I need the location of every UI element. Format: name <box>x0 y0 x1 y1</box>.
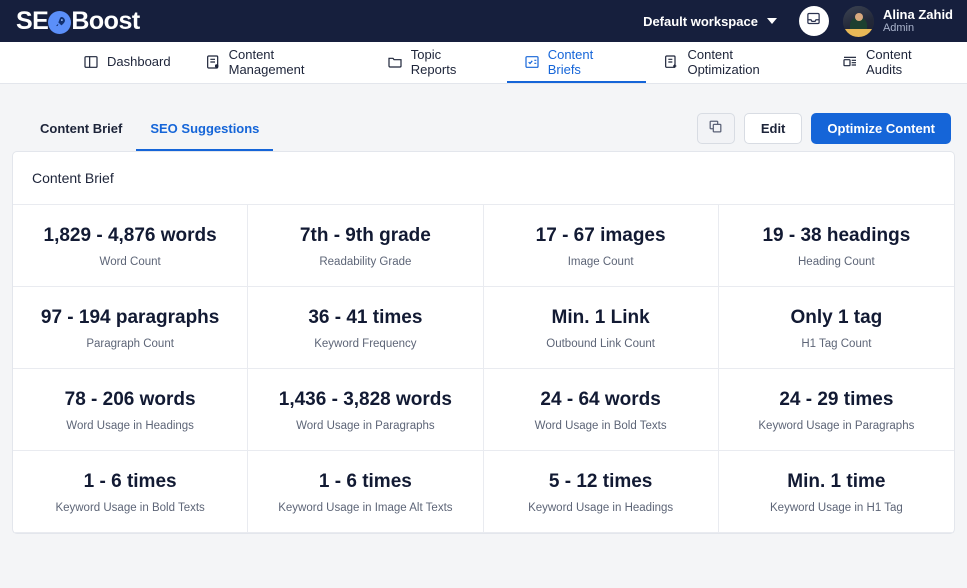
top-bar-right: Default workspace Alina Zahid Admin <box>643 5 953 37</box>
metric-label: Word Usage in Headings <box>66 420 194 432</box>
content-brief-card: Content Brief 1,829 - 4,876 words Word C… <box>12 151 955 534</box>
sub-tab-content-brief[interactable]: Content Brief <box>26 107 136 151</box>
metric-label: Readability Grade <box>319 256 412 268</box>
metric-label: Keyword Usage in Headings <box>528 502 674 514</box>
nav-item-content-audits[interactable]: Content Audits <box>825 42 967 83</box>
metric-cell: Only 1 tag H1 Tag Count <box>718 287 954 369</box>
metric-value: 24 - 64 words <box>540 389 661 410</box>
top-bar: SE Boost Default workspace Alina Zahid A… <box>0 0 967 42</box>
inbox-icon <box>806 11 821 31</box>
metric-label: H1 Tag Count <box>801 338 872 350</box>
sub-header: Content Brief SEO Suggestions Edit Optim… <box>0 84 967 151</box>
action-buttons: Edit Optimize Content <box>696 113 951 151</box>
metric-cell: 24 - 64 words Word Usage in Bold Texts <box>483 369 719 451</box>
workspace-label: Default workspace <box>643 13 758 29</box>
user-role: Admin <box>882 22 915 35</box>
logo-text-left: SE <box>16 6 49 35</box>
avatar[interactable] <box>842 5 874 37</box>
metric-label: Keyword Usage in Bold Texts <box>55 502 205 514</box>
nav-label: Topic Reports <box>410 46 457 77</box>
nav-label: Content Management <box>228 46 305 77</box>
nav-item-content-optimization[interactable]: Content Optimization <box>646 42 825 83</box>
folder-icon <box>387 54 403 70</box>
metric-value: 1,829 - 4,876 words <box>43 225 217 246</box>
sub-tab-seo-suggestions[interactable]: SEO Suggestions <box>136 107 274 151</box>
content-audits-icon <box>842 54 858 70</box>
metric-value: 5 - 12 times <box>548 471 653 492</box>
workspace-selector[interactable]: Default workspace <box>643 14 777 29</box>
metric-value: Only 1 tag <box>790 307 883 328</box>
nav-item-dashboard[interactable]: Dashboard <box>66 42 188 83</box>
sub-tab-label: SEO Suggestions <box>150 120 260 136</box>
metric-cell: 17 - 67 images Image Count <box>483 205 719 287</box>
metric-value: 1,436 - 3,828 words <box>278 389 452 410</box>
metric-value: 24 - 29 times <box>779 389 894 410</box>
metric-cell: Min. 1 Link Outbound Link Count <box>483 287 719 369</box>
content-optimization-icon <box>663 54 679 70</box>
metric-value: Min. 1 time <box>787 471 886 492</box>
metric-label: Outbound Link Count <box>546 338 655 350</box>
nav-label: Content Briefs <box>547 46 594 77</box>
metric-label: Image Count <box>567 256 634 268</box>
app-logo[interactable]: SE Boost <box>16 7 140 36</box>
metric-value: 78 - 206 words <box>64 389 196 410</box>
optimize-content-button[interactable]: Optimize Content <box>811 113 951 144</box>
user-name: Alina Zahid <box>882 6 953 22</box>
metric-value: 36 - 41 times <box>308 307 423 328</box>
metric-value: Min. 1 Link <box>551 307 650 328</box>
metric-label: Word Count <box>99 256 161 268</box>
metric-label: Keyword Usage in H1 Tag <box>770 502 903 514</box>
nav-item-content-briefs[interactable]: Content Briefs <box>506 42 647 83</box>
card-title: Content Brief <box>13 152 954 205</box>
metric-value: 7th - 9th grade <box>299 225 431 246</box>
metric-value: 17 - 67 images <box>535 225 666 246</box>
dashboard-icon <box>83 54 99 70</box>
metric-cell: 78 - 206 words Word Usage in Headings <box>13 369 249 451</box>
sub-tabs: Content Brief SEO Suggestions <box>26 107 274 151</box>
metric-label: Keyword Usage in Paragraphs <box>758 420 915 432</box>
metric-cell: 1,829 - 4,876 words Word Count <box>13 205 249 287</box>
nav-label: Content Audits <box>866 46 912 77</box>
content-management-icon <box>205 54 221 70</box>
user-info[interactable]: Alina Zahid Admin <box>883 7 953 36</box>
content-briefs-icon <box>524 54 540 70</box>
metric-label: Word Usage in Bold Texts <box>534 420 667 432</box>
metric-cell: 19 - 38 headings Heading Count <box>718 205 954 287</box>
metric-label: Word Usage in Paragraphs <box>296 420 435 432</box>
metric-label: Paragraph Count <box>86 338 174 350</box>
metric-cell: 97 - 194 paragraphs Paragraph Count <box>13 287 249 369</box>
copy-button[interactable] <box>696 113 735 144</box>
logo-text-right: Boost <box>71 6 140 35</box>
inbox-button[interactable] <box>798 6 829 36</box>
chevron-down-icon <box>766 18 777 24</box>
main-navigation: Dashboard Content Management Topic Repor… <box>0 42 967 84</box>
rocket-icon <box>48 10 72 34</box>
metric-cell: 1,436 - 3,828 words Word Usage in Paragr… <box>248 369 484 451</box>
metric-value: 97 - 194 paragraphs <box>40 307 220 328</box>
metric-cell: 36 - 41 times Keyword Frequency <box>248 287 484 369</box>
metric-cell: 24 - 29 times Keyword Usage in Paragraph… <box>718 369 954 451</box>
metrics-grid: 1,829 - 4,876 words Word Count 7th - 9th… <box>13 205 954 533</box>
metric-label: Keyword Usage in Image Alt Texts <box>278 502 453 514</box>
nav-label: Content Optimization <box>687 46 760 77</box>
metric-label: Heading Count <box>798 256 875 268</box>
edit-button[interactable]: Edit <box>743 113 803 144</box>
metric-label: Keyword Frequency <box>314 338 417 350</box>
metric-value: 1 - 6 times <box>318 471 412 492</box>
sub-tab-label: Content Brief <box>40 120 123 136</box>
metric-cell: 1 - 6 times Keyword Usage in Image Alt T… <box>248 451 484 533</box>
metric-cell: 5 - 12 times Keyword Usage in Headings <box>483 451 719 533</box>
nav-item-content-management[interactable]: Content Management <box>188 42 370 83</box>
metric-cell: 7th - 9th grade Readability Grade <box>248 205 484 287</box>
nav-item-topic-reports[interactable]: Topic Reports <box>370 42 507 83</box>
copy-icon <box>708 119 723 139</box>
metric-cell: 1 - 6 times Keyword Usage in Bold Texts <box>13 451 249 533</box>
metric-value: 19 - 38 headings <box>762 225 911 246</box>
metric-cell: Min. 1 time Keyword Usage in H1 Tag <box>718 451 954 533</box>
metric-value: 1 - 6 times <box>83 471 177 492</box>
nav-label: Dashboard <box>107 54 171 69</box>
